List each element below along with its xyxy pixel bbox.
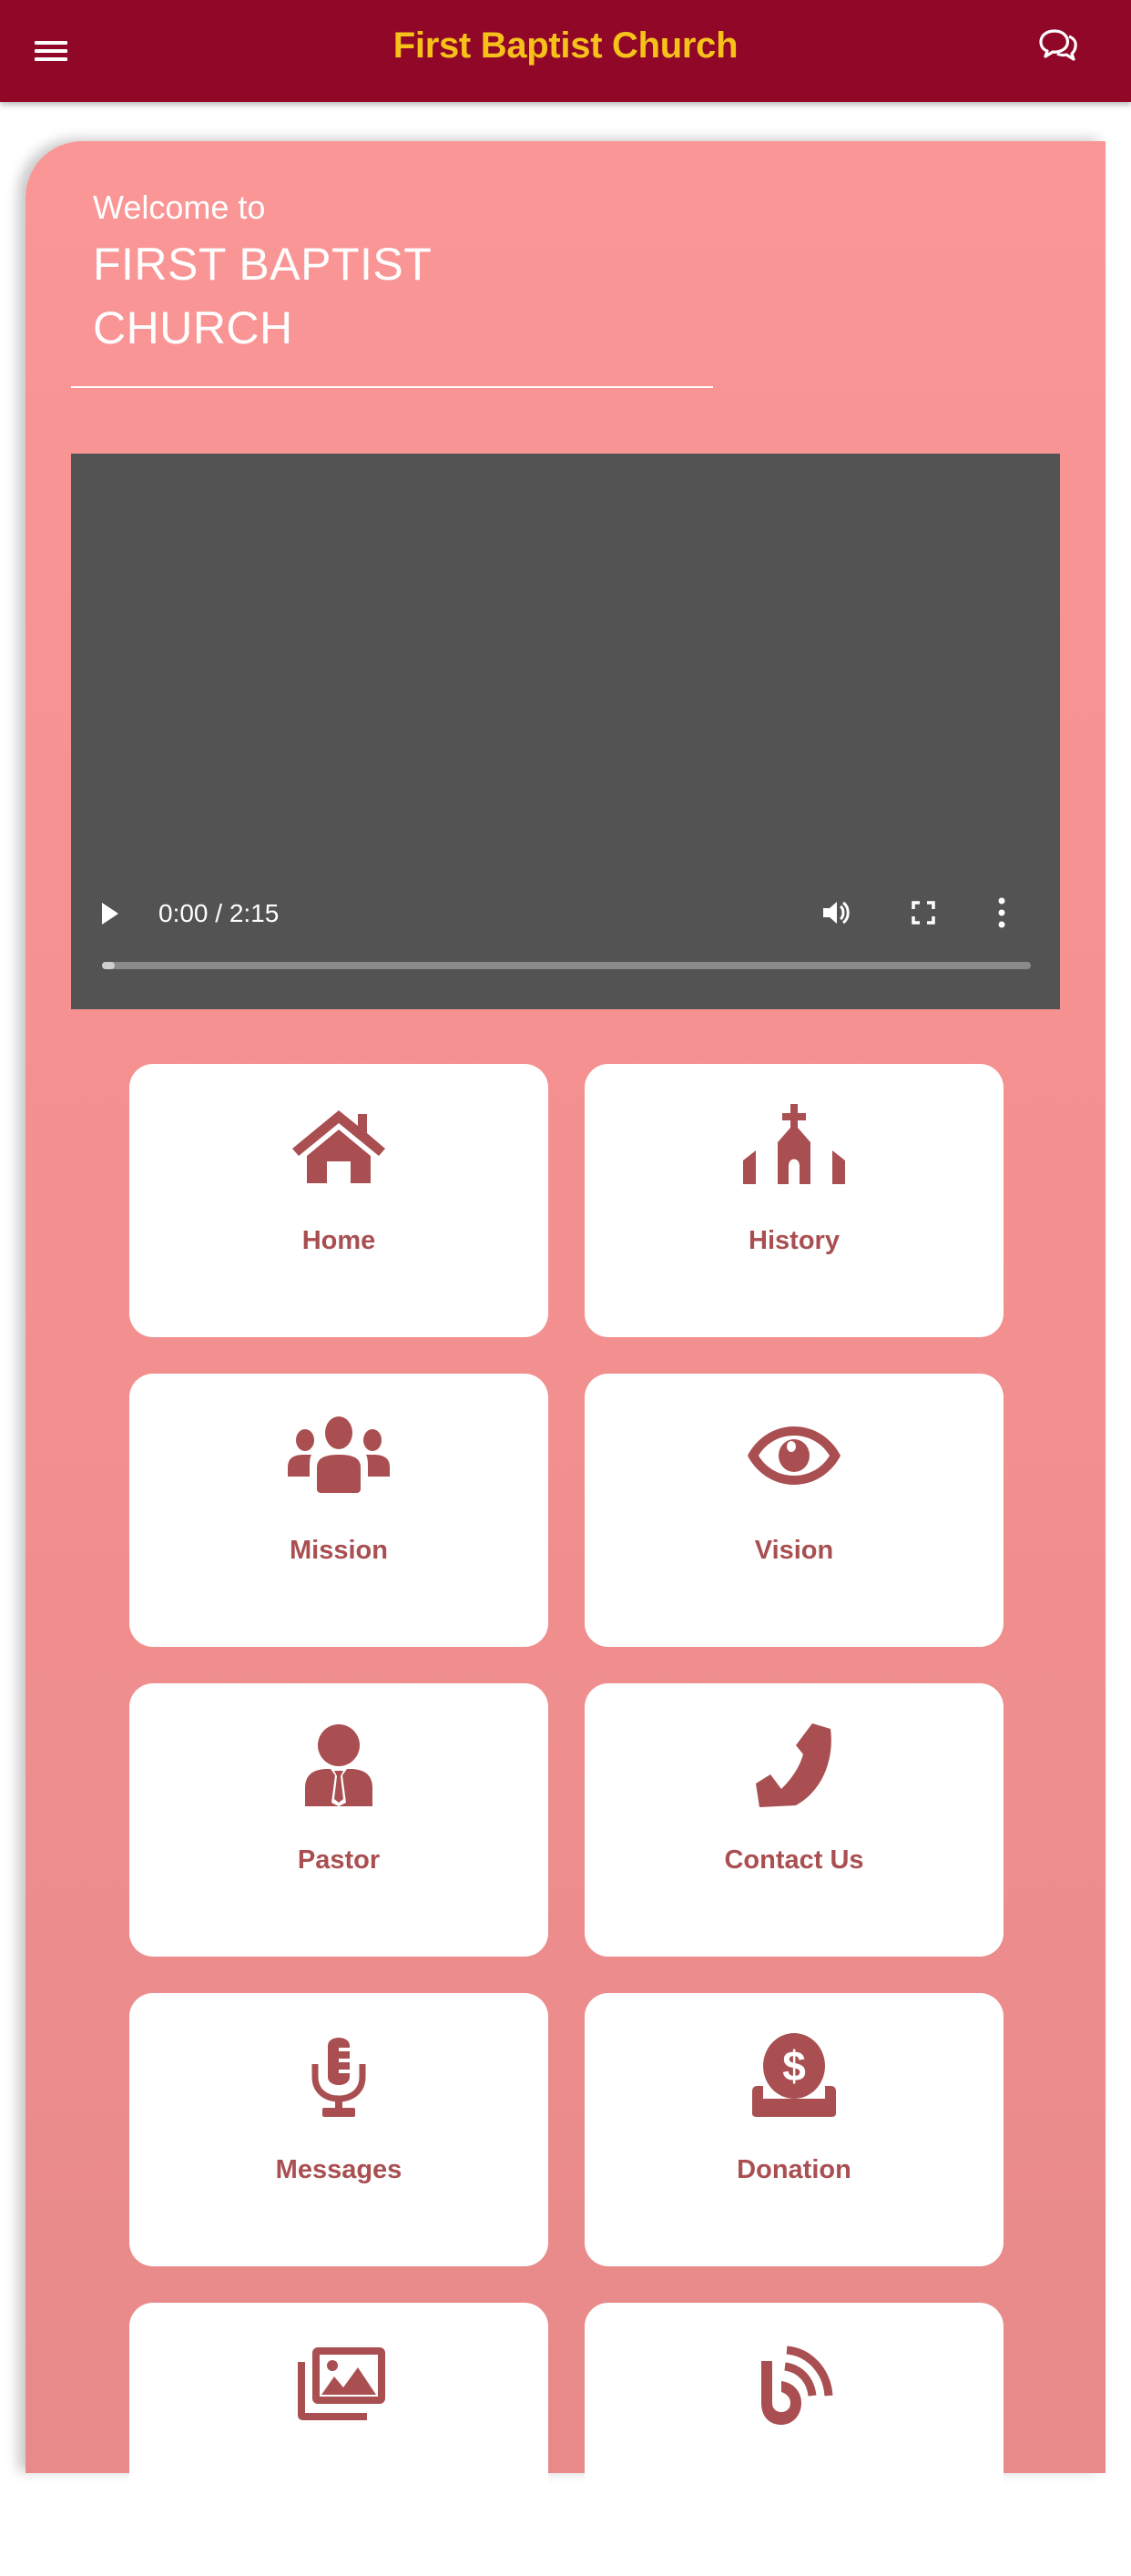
menu-card-history[interactable]: History xyxy=(585,1064,1004,1337)
blog-icon xyxy=(761,2346,833,2425)
app-bar: First Baptist Church xyxy=(0,0,1131,102)
video-progress-bar[interactable] xyxy=(102,962,1031,969)
chat-button[interactable] xyxy=(1034,26,1089,71)
volume-icon xyxy=(823,901,850,925)
menu-card-vision[interactable]: Vision xyxy=(585,1374,1004,1647)
eye-icon xyxy=(748,1426,841,1485)
menu-card-blog[interactable] xyxy=(585,2303,1004,2576)
menu-card-donation[interactable]: $ Donation xyxy=(585,1993,1004,2266)
menu-card-home[interactable]: Home xyxy=(129,1064,548,1337)
fullscreen-button[interactable] xyxy=(907,896,940,929)
fullscreen-icon xyxy=(912,901,935,925)
video-time: 0:00 / 2:15 xyxy=(158,899,280,927)
church-icon xyxy=(743,1104,845,1184)
church-name-line1: FIRST BAPTIST xyxy=(93,239,433,290)
play-icon xyxy=(102,903,118,925)
more-vertical-icon xyxy=(998,897,1005,928)
menu-card-mission[interactable]: Mission xyxy=(129,1374,548,1647)
menu-card-gallery[interactable] xyxy=(129,2303,548,2576)
menu-label: Vision xyxy=(754,1536,834,1565)
microphone-icon xyxy=(311,2038,366,2117)
menu-label: History xyxy=(749,1226,840,1255)
menu-label: Messages xyxy=(275,2155,402,2184)
menu-label: Mission xyxy=(290,1536,388,1565)
header-divider xyxy=(71,386,713,388)
menu-card-pastor[interactable]: Pastor xyxy=(129,1683,548,1957)
gallery-icon xyxy=(298,2347,385,2420)
video-progress-thumb[interactable] xyxy=(102,962,115,969)
welcome-text: Welcome to xyxy=(93,189,266,226)
video-player[interactable]: 0:00 / 2:15 xyxy=(71,454,1060,1009)
play-button[interactable] xyxy=(97,897,124,930)
app-title: First Baptist Church xyxy=(392,26,739,66)
more-options-button[interactable] xyxy=(993,894,1011,931)
menu-card-contact-us[interactable]: Contact Us xyxy=(585,1683,1004,1957)
menu-card-messages[interactable]: Messages xyxy=(129,1993,548,2266)
church-name-heading: FIRST BAPTIST CHURCH xyxy=(93,232,432,360)
chat-bubbles-icon xyxy=(1039,29,1077,61)
phone-icon xyxy=(756,1723,831,1807)
pastor-icon xyxy=(305,1723,372,1806)
home-icon xyxy=(292,1110,385,1183)
donation-icon: $ xyxy=(752,2033,836,2117)
menu-label: Contact Us xyxy=(724,1845,864,1875)
users-icon xyxy=(288,1416,390,1493)
svg-text:$: $ xyxy=(782,2042,806,2090)
volume-button[interactable] xyxy=(818,894,854,931)
menu-label: Pastor xyxy=(297,1845,381,1875)
church-name-line2: CHURCH xyxy=(93,302,293,353)
menu-label: Donation xyxy=(737,2155,851,2184)
menu-label: Home xyxy=(301,1226,376,1255)
